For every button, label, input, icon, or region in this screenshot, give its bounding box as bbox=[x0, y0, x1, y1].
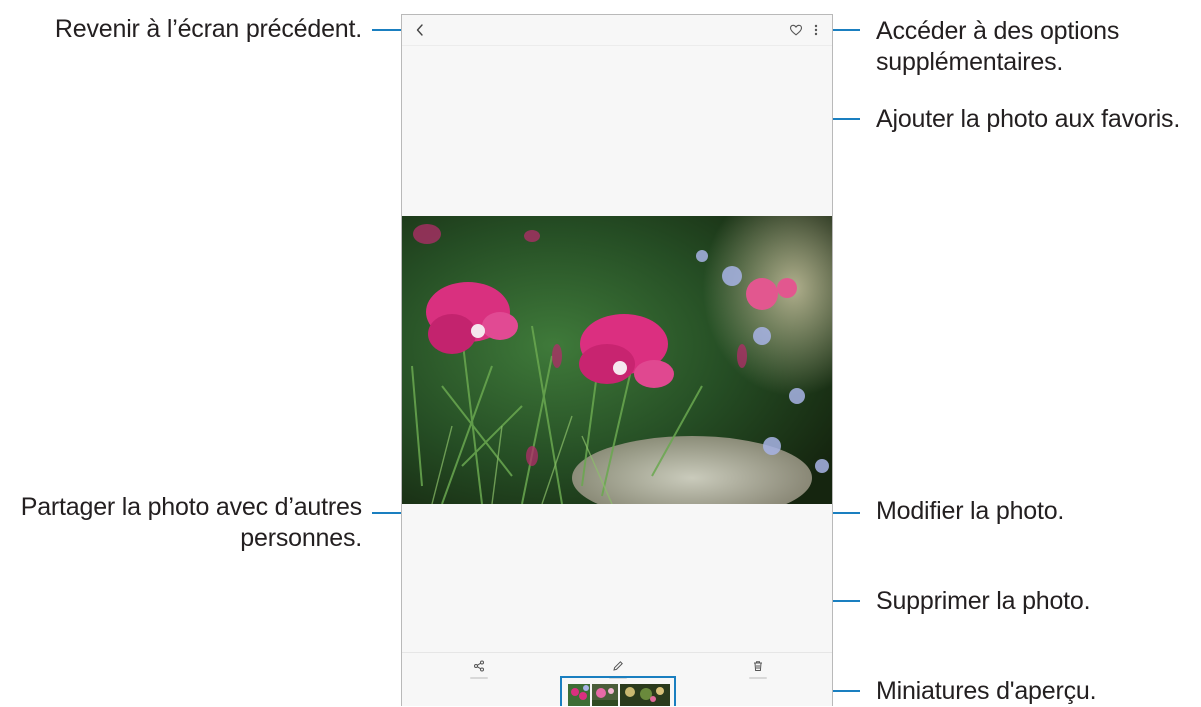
heart-icon[interactable] bbox=[789, 23, 803, 37]
callout-favorite-text: Ajouter la photo aux favoris. bbox=[876, 105, 1181, 133]
callout-more-options: Accéder à des options supplémentaires. bbox=[876, 16, 1196, 78]
callout-favorite: Ajouter la photo aux favoris. bbox=[876, 104, 1198, 135]
callout-share: Partager la photo avec d’autres personne… bbox=[6, 492, 362, 554]
callout-edit-text: Modifier la photo. bbox=[876, 497, 1065, 525]
callout-back: Revenir à l’écran précédent. bbox=[36, 14, 362, 45]
callout-delete: Supprimer la photo. bbox=[876, 586, 1176, 617]
edit-icon bbox=[613, 661, 623, 671]
share-underline bbox=[470, 677, 488, 679]
callout-edit: Modifier la photo. bbox=[876, 496, 1176, 527]
delete-underline bbox=[749, 677, 767, 679]
callout-delete-text: Supprimer la photo. bbox=[876, 587, 1091, 615]
callout-more-options-line2: supplémentaires. bbox=[876, 48, 1064, 76]
callout-share-line2: personnes. bbox=[240, 524, 362, 552]
callout-back-text: Revenir à l’écran précédent. bbox=[54, 15, 362, 43]
thumbnails-highlight-frame bbox=[560, 676, 676, 706]
share-button[interactable] bbox=[466, 657, 492, 681]
photo-flowers[interactable] bbox=[402, 216, 832, 504]
gallery-screen bbox=[401, 14, 833, 706]
callout-more-options-line1: Accéder à des options bbox=[876, 17, 1120, 45]
back-icon[interactable] bbox=[413, 21, 427, 39]
delete-button[interactable] bbox=[745, 657, 771, 681]
top-toolbar bbox=[402, 15, 832, 46]
more-options-icon[interactable] bbox=[812, 23, 820, 37]
callout-share-line1: Partager la photo avec d’autres bbox=[20, 493, 362, 521]
trash-icon bbox=[754, 661, 762, 671]
callout-thumbnails-text: Miniatures d'aperçu. bbox=[876, 677, 1097, 705]
share-icon bbox=[474, 660, 484, 672]
callout-thumbnails: Miniatures d'aperçu. bbox=[876, 676, 1176, 707]
